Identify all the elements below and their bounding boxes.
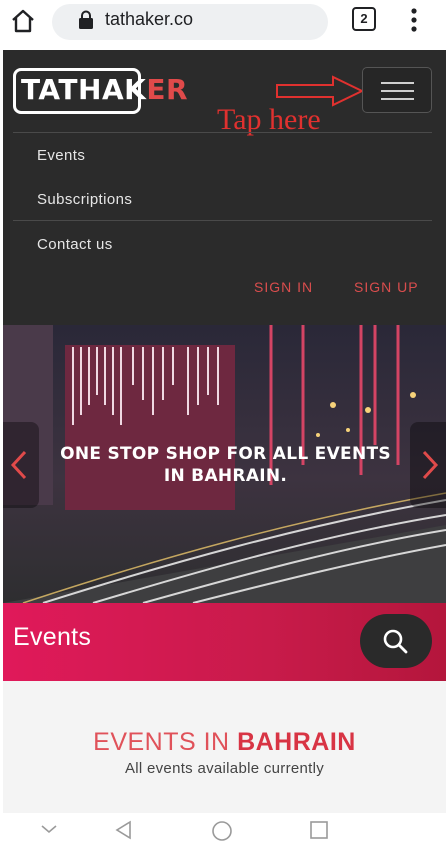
carousel-prev-button[interactable] (3, 422, 39, 508)
search-icon (383, 629, 408, 654)
hamburger-line (381, 98, 414, 100)
chevron-down-icon[interactable] (40, 823, 58, 835)
search-button[interactable] (360, 614, 432, 668)
url-text[interactable]: tathaker.co (105, 9, 193, 30)
home-icon[interactable] (10, 8, 36, 34)
menu-divider (13, 220, 432, 221)
nav-item-subscriptions[interactable]: Subscriptions (37, 191, 132, 208)
back-icon[interactable] (114, 820, 134, 840)
more-vert-icon[interactable] (406, 7, 422, 33)
hero-headline: ONE STOP SHOP FOR ALL EVENTS IN BAHRAIN. (43, 443, 408, 487)
nav-item-events[interactable]: Events (37, 147, 85, 164)
events-banner-title: Events (13, 623, 92, 651)
logo-text: TATHAKER (21, 73, 189, 106)
hero-headline-line: ONE STOP SHOP FOR ALL EVENTS (60, 444, 391, 464)
lock-icon (79, 10, 93, 29)
sign-up-link[interactable]: SIGN UP (354, 279, 419, 295)
hamburger-line (381, 82, 414, 84)
menu-toggle-button[interactable] (362, 67, 432, 113)
chevron-left-icon (10, 450, 27, 480)
hero-carousel: ONE STOP SHOP FOR ALL EVENTS IN BAHRAIN. (3, 325, 446, 603)
section-title: EVENTS IN BAHRAIN (93, 728, 356, 756)
sign-in-link[interactable]: SIGN IN (254, 279, 313, 295)
events-section: EVENTS IN BAHRAIN All events available c… (3, 681, 446, 813)
site-logo[interactable]: TATHAKER (13, 68, 199, 114)
events-banner: Events (3, 603, 446, 681)
chevron-right-icon (422, 450, 439, 480)
system-navigation-bar (0, 813, 446, 846)
home-circle-icon[interactable] (211, 820, 233, 842)
tabs-icon[interactable]: 2 (352, 7, 376, 31)
nav-item-contact[interactable]: Contact us (37, 236, 113, 253)
site-header: TATHAKER Tap here Events Subscriptions C… (3, 50, 446, 325)
hero-headline-line: IN BAHRAIN. (163, 466, 288, 486)
carousel-next-button[interactable] (410, 422, 446, 508)
hamburger-line (381, 90, 414, 92)
menu-divider (13, 132, 432, 133)
recent-apps-icon[interactable] (309, 820, 329, 840)
browser-toolbar: tathaker.co 2 (0, 0, 446, 50)
section-subtitle: All events available currently (124, 760, 325, 777)
